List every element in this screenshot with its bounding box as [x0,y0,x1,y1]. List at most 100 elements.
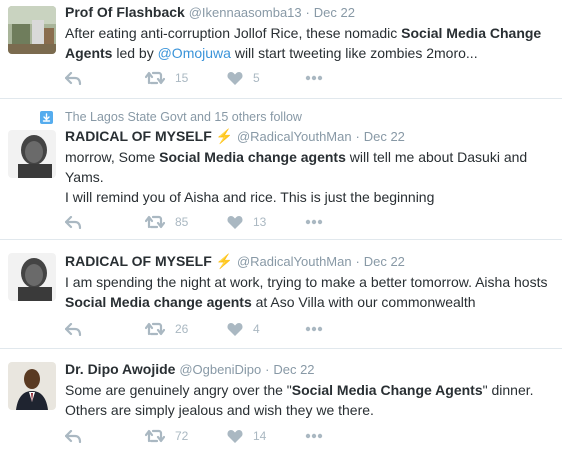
more-icon [305,433,323,439]
retweet-icon [145,215,165,229]
like-button[interactable]: 13 [227,212,266,232]
reply-button[interactable] [65,68,82,88]
tweet-text-segment: " dinner. [482,382,534,398]
reply-icon [65,71,82,85]
reply-button[interactable] [65,212,82,232]
tweet-text-segment: at Aso Villa with our commonwealth [251,294,476,310]
tweet-actions: 72 14 [65,426,365,446]
tweet-text: After eating anti-corruption Jollof Rice… [65,23,556,63]
retweet-count: 15 [175,71,189,85]
tweet-text-segment: Others are simply jealous and wish they … [65,402,374,418]
user-name[interactable]: Prof Of Flashback [65,4,185,20]
lightning-icon: ⚡ [215,128,234,144]
retweet-button[interactable]: 72 [145,426,188,446]
retweet-icon [145,322,165,336]
tweet-text-segment: Some are genuinely angry over the " [65,382,292,398]
like-count: 5 [253,71,260,85]
tweet-actions: 26 4 [65,319,365,339]
lightning-icon: ⚡ [215,253,234,269]
like-button[interactable]: 4 [227,319,260,339]
retweet-button[interactable]: 15 [145,68,188,88]
tweet-header: RADICAL OF MYSELF ⚡ @RadicalYouthMan · D… [65,251,556,272]
avatar[interactable] [8,130,56,178]
more-icon [305,326,323,332]
retweet-icon [145,71,165,85]
separator-dot: · [265,362,270,377]
retweet-count: 26 [175,322,189,336]
timestamp[interactable]: Dec 22 [273,362,314,377]
user-name[interactable]: Dr. Dipo Awojide [65,361,175,377]
tweet-header: Prof Of Flashback @Ikennaasomba13 · Dec … [65,2,556,23]
tweet-text-segment: I will remind you of Aisha and rice. Thi… [65,189,435,205]
tweet-text-segment: led by [112,45,158,61]
retweet-button[interactable]: 85 [145,212,188,232]
more-options-button[interactable] [305,426,323,446]
highlighted-keyword: Social Media change agents [159,149,346,165]
reply-icon [65,322,82,336]
tweet-text: Some are genuinely angry over the "Socia… [65,380,556,420]
timestamp[interactable]: Dec 22 [364,129,405,144]
heart-icon [227,72,243,85]
separator-dot: · [355,129,360,144]
tweet[interactable]: Prof Of Flashback @Ikennaasomba13 · Dec … [0,0,562,99]
more-icon [305,219,323,225]
user-handle[interactable]: @RadicalYouthMan [237,254,352,269]
user-handle[interactable]: @Ikennaasomba13 [189,5,302,20]
follow-context-icon [40,110,53,124]
tweet-text-segment: will start tweeting like zombies 2moro..… [230,45,478,61]
retweet-count: 85 [175,215,189,229]
like-count: 14 [253,429,267,443]
reply-button[interactable] [65,319,82,339]
retweet-button[interactable]: 26 [145,319,188,339]
tweet[interactable]: Dr. Dipo Awojide @OgbeniDipo · Dec 22 So… [0,350,562,449]
tweet-text: I am spending the night at work, trying … [65,272,556,312]
mention-link[interactable]: @Omojuwa [158,45,231,61]
highlighted-keyword: Agents [65,45,113,61]
social-context[interactable]: The Lagos State Govt and 15 others follo… [40,108,302,126]
retweet-count: 72 [175,429,189,443]
tweet-text-segment: I am spending the night at work, trying … [65,274,548,290]
heart-icon [227,323,243,336]
separator-dot: · [305,5,310,20]
tweet-text-segment: will tell me about Dasuki and [345,149,528,165]
reply-button[interactable] [65,426,82,446]
more-options-button[interactable] [305,68,323,88]
tweet-text-segment: Yams. [65,169,104,185]
highlighted-keyword: Social Media Change [401,25,542,41]
tweet-text-segment: morrow, Some [65,149,160,165]
user-name[interactable]: RADICAL OF MYSELF [65,128,212,144]
avatar[interactable] [8,6,56,54]
more-icon [305,75,323,81]
tweet-header: RADICAL OF MYSELF ⚡ @RadicalYouthMan · D… [65,126,556,147]
retweet-icon [145,429,165,443]
tweet[interactable]: RADICAL OF MYSELF ⚡ @RadicalYouthMan · D… [0,241,562,349]
tweet-actions: 15 5 [65,68,365,88]
like-button[interactable]: 14 [227,426,266,446]
reply-icon [65,429,82,443]
heart-icon [227,216,243,229]
tweet[interactable]: The Lagos State Govt and 15 others follo… [0,100,562,240]
tweet-text-segment: After eating anti-corruption Jollof Rice… [65,25,402,41]
reply-icon [65,215,82,229]
avatar[interactable] [8,253,56,301]
user-name[interactable]: RADICAL OF MYSELF [65,253,212,269]
tweet-timeline: Prof Of Flashback @Ikennaasomba13 · Dec … [0,0,562,449]
timestamp[interactable]: Dec 22 [364,254,405,269]
like-count: 4 [253,322,260,336]
social-context-text: The Lagos State Govt and 15 others follo… [65,110,302,124]
separator-dot: · [355,254,360,269]
more-options-button[interactable] [305,319,323,339]
like-count: 13 [253,215,267,229]
timestamp[interactable]: Dec 22 [314,5,355,20]
highlighted-keyword: Social Media change agents [65,294,252,310]
user-handle[interactable]: @RadicalYouthMan [237,129,352,144]
highlighted-keyword: Social Media Change Agents [291,382,483,398]
more-options-button[interactable] [305,212,323,232]
avatar[interactable] [8,362,56,410]
tweet-text: morrow, Some Social Media change agents … [65,147,556,207]
tweet-actions: 85 13 [65,212,365,232]
user-handle[interactable]: @OgbeniDipo [179,362,261,377]
tweet-header: Dr. Dipo Awojide @OgbeniDipo · Dec 22 [65,359,556,380]
heart-icon [227,430,243,443]
like-button[interactable]: 5 [227,68,260,88]
